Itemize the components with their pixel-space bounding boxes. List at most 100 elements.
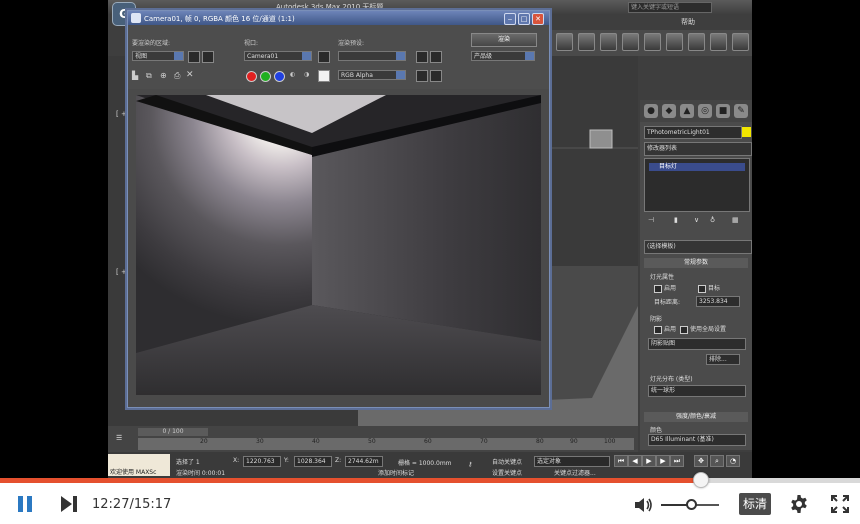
copy-image-icon[interactable]: ⧉ bbox=[146, 71, 152, 81]
shadow-type-dropdown[interactable]: 阴影贴图 bbox=[648, 338, 746, 350]
pan-icon[interactable]: ✥ bbox=[694, 455, 708, 467]
remove-modifier-icon[interactable]: ♁ bbox=[710, 216, 715, 224]
target-checkbox[interactable]: 目标 bbox=[698, 283, 720, 293]
light-enabled-checkbox[interactable]: 启用 bbox=[654, 283, 676, 293]
render-setup-icon[interactable] bbox=[416, 51, 428, 63]
modify-tab-icon[interactable]: ◆ bbox=[662, 104, 676, 118]
product-level-dropdown[interactable]: 产品级 bbox=[471, 51, 535, 61]
save-image-icon[interactable]: ▙ bbox=[132, 71, 138, 80]
goto-end-icon[interactable]: ⏭ bbox=[670, 455, 684, 467]
x-coordinate-field[interactable]: 1220.763 bbox=[243, 456, 281, 467]
stack-item[interactable]: 目标灯 bbox=[649, 163, 745, 171]
environment-icon[interactable] bbox=[430, 51, 442, 63]
toolbar-button-icon[interactable] bbox=[688, 33, 705, 51]
toolbar-button-icon[interactable] bbox=[600, 33, 617, 51]
command-panel-tabs: ● ◆ ▲ ◎ ■ ✎ bbox=[640, 100, 752, 122]
toolbar-button-icon[interactable] bbox=[556, 33, 573, 51]
show-end-result-icon[interactable]: ▮ bbox=[674, 216, 678, 224]
color-preset-dropdown[interactable]: D65 Illuminant (基准) bbox=[648, 434, 746, 446]
next-frame-icon[interactable]: ▶ bbox=[656, 455, 670, 467]
ruler-tick: 80 bbox=[536, 438, 544, 445]
close-icon[interactable]: ✕ bbox=[532, 13, 544, 25]
green-channel-icon[interactable] bbox=[260, 71, 271, 82]
channel-display-dropdown[interactable]: RGB Alpha bbox=[338, 70, 406, 80]
edit-region-icon[interactable] bbox=[188, 51, 200, 63]
track-bar[interactable]: 20 30 40 50 60 70 80 90 100 bbox=[138, 438, 634, 450]
time-slider[interactable]: 0 / 100 bbox=[138, 428, 208, 436]
goto-start-icon[interactable]: ⏮ bbox=[614, 455, 628, 467]
render-window-titlebar[interactable]: Camera01, 帧 0, RGBA 颜色 16 位/通道 (1:1) ‒ □… bbox=[128, 11, 549, 25]
clear-icon[interactable]: ✕ bbox=[186, 70, 194, 80]
blue-channel-icon[interactable] bbox=[274, 71, 285, 82]
toolbar-button-icon[interactable] bbox=[666, 33, 683, 51]
quality-button[interactable]: 标清 bbox=[739, 493, 771, 515]
add-time-tag[interactable]: 添加时间标记 bbox=[378, 468, 414, 477]
pause-button[interactable] bbox=[16, 496, 34, 514]
auto-key-button[interactable]: 自动关键点 bbox=[492, 457, 522, 466]
motion-tab-icon[interactable]: ◎ bbox=[698, 104, 712, 118]
area-dropdown[interactable]: 视图 bbox=[132, 51, 184, 61]
z-coordinate-field[interactable]: 2744.62m bbox=[345, 456, 383, 467]
hierarchy-tab-icon[interactable]: ▲ bbox=[680, 104, 694, 118]
utilities-tab-icon[interactable]: ✎ bbox=[734, 104, 748, 118]
shadows-enabled-checkbox[interactable]: 启用 bbox=[654, 324, 676, 334]
rendered-image[interactable] bbox=[136, 95, 541, 395]
minimize-icon[interactable]: ‒ bbox=[504, 13, 516, 25]
intensity-rollout[interactable]: 强度/颜色/衰减 bbox=[644, 412, 748, 422]
alpha-channel-icon[interactable]: ◐ bbox=[290, 71, 295, 78]
toolbar-button-icon[interactable] bbox=[622, 33, 639, 51]
prev-frame-icon[interactable]: ◀ bbox=[628, 455, 642, 467]
maximize-icon[interactable]: □ bbox=[518, 13, 530, 25]
print-icon[interactable]: ⎙ bbox=[174, 71, 180, 81]
modifier-list-dropdown[interactable]: 修改器列表 bbox=[644, 142, 752, 156]
menu-help[interactable]: 帮助 bbox=[681, 17, 695, 27]
orbit-icon[interactable]: ◔ bbox=[726, 455, 740, 467]
volume-knob[interactable] bbox=[685, 499, 697, 510]
play-icon[interactable]: ▶ bbox=[642, 455, 656, 467]
make-unique-icon[interactable]: ∨ bbox=[694, 216, 699, 224]
general-params-rollout[interactable]: 常规参数 bbox=[644, 258, 748, 268]
progress-knob[interactable] bbox=[692, 472, 709, 488]
fullscreen-button[interactable] bbox=[830, 494, 850, 514]
template-dropdown[interactable]: (选择模板) bbox=[644, 240, 752, 254]
search-input[interactable]: 键入关键字或短语 bbox=[628, 2, 712, 13]
configure-sets-icon[interactable]: ▦ bbox=[732, 216, 739, 224]
distribution-dropdown[interactable]: 统一球形 bbox=[648, 385, 746, 397]
next-button[interactable] bbox=[60, 496, 78, 512]
render-button[interactable]: 渲染 bbox=[471, 33, 537, 47]
y-coordinate-field[interactable]: 1028.364 bbox=[294, 456, 332, 467]
progress-track[interactable] bbox=[0, 472, 860, 488]
volume-slider[interactable] bbox=[661, 499, 719, 510]
exclude-button[interactable]: 排除... bbox=[706, 354, 740, 365]
selected-set-dropdown[interactable]: 选定对象 bbox=[534, 456, 610, 467]
global-settings-checkbox[interactable]: 使用全局设置 bbox=[680, 324, 726, 334]
auto-region-icon[interactable] bbox=[202, 51, 214, 63]
preset-dropdown[interactable] bbox=[338, 51, 406, 61]
settings-button[interactable] bbox=[789, 494, 809, 514]
display-tab-icon[interactable]: ■ bbox=[716, 104, 730, 118]
mono-channel-icon[interactable]: ◑ bbox=[304, 71, 309, 78]
toolbar-button-icon[interactable] bbox=[710, 33, 727, 51]
toolbar-button-icon[interactable] bbox=[644, 33, 661, 51]
track-view-icon[interactable]: ☰ bbox=[116, 434, 122, 442]
zoom-icon[interactable]: ⌕ bbox=[710, 455, 724, 467]
lock-viewport-icon[interactable] bbox=[318, 51, 330, 63]
toggle-overlay-icon[interactable] bbox=[430, 70, 442, 82]
create-tab-icon[interactable]: ● bbox=[644, 104, 658, 118]
target-distance-field[interactable]: 3253.834 bbox=[696, 296, 740, 307]
object-color-swatch[interactable] bbox=[742, 127, 751, 137]
key-icon[interactable]: ⚷ bbox=[468, 461, 472, 468]
object-name-field[interactable]: TPhotometricLight01 bbox=[644, 126, 742, 139]
swatch-color-icon[interactable] bbox=[318, 70, 330, 82]
maxscript-listener[interactable]: 欢迎使用 MAXSc bbox=[108, 454, 170, 476]
volume-button[interactable] bbox=[634, 496, 654, 514]
pin-stack-icon[interactable]: ⊣ bbox=[648, 216, 654, 224]
clone-window-icon[interactable]: ⊕ bbox=[160, 71, 167, 80]
red-channel-icon[interactable] bbox=[246, 71, 257, 82]
set-key-button[interactable]: 设置关键点 bbox=[492, 468, 522, 477]
key-filters-button[interactable]: 关键点过滤器... bbox=[554, 468, 596, 477]
viewport-dropdown[interactable]: Camera01 bbox=[244, 51, 312, 61]
toggle-ui-icon[interactable] bbox=[416, 70, 428, 82]
toolbar-button-icon[interactable] bbox=[578, 33, 595, 51]
render-teapot-icon[interactable] bbox=[732, 33, 749, 51]
